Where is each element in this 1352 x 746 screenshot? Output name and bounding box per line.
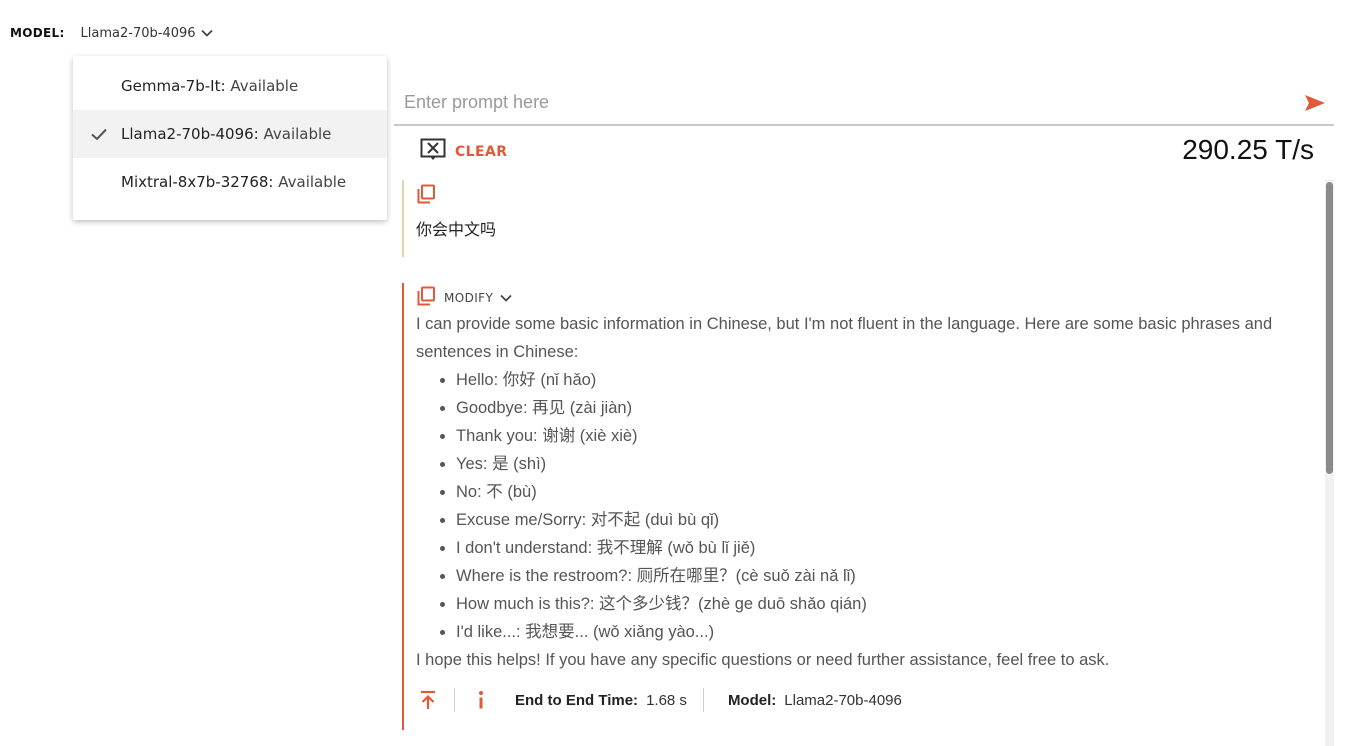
assistant-intro: I can provide some basic information in …: [416, 315, 1273, 361]
info-icon[interactable]: [469, 688, 493, 712]
clear-icon: [420, 138, 446, 166]
tokens-per-second: 290.25 T/s: [1182, 134, 1314, 165]
prompt-bar: [394, 82, 1334, 126]
chat-scrollbar[interactable]: [1325, 180, 1334, 746]
model-footer-label: Model:: [727, 691, 777, 709]
assistant-message: MODIFY I can provide some basic informat…: [402, 283, 1314, 730]
dropdown-item-gemma[interactable]: Gemma-7b-It: Available: [73, 62, 387, 110]
list-item: Goodbye: 再见 (zài jiàn): [456, 394, 1311, 422]
dropdown-item-llama2[interactable]: Llama2-70b-4096: Available: [73, 110, 387, 158]
dropdown-item-status: Available: [230, 77, 299, 95]
dropdown-item-name: Llama2-70b-4096:: [121, 125, 259, 143]
dropdown-item-mixtral[interactable]: Mixtral-8x7b-32768: Available: [73, 158, 387, 206]
model-label: MODEL:: [10, 26, 65, 40]
assistant-outro: I hope this helps! If you have any speci…: [416, 651, 1110, 669]
arrow-up-icon[interactable]: [416, 688, 440, 712]
chat-area: 你会中文吗 MODIFY I can provide some basic in…: [394, 180, 1334, 746]
assistant-message-body: I can provide some basic information in …: [416, 310, 1311, 674]
list-item: Excuse me/Sorry: 对不起 (duì bù qǐ): [456, 506, 1311, 534]
clear-button[interactable]: CLEAR: [420, 138, 507, 166]
dropdown-item-status: Available: [263, 125, 332, 143]
user-message-text: 你会中文吗: [416, 220, 497, 239]
scroll-thumb[interactable]: [1326, 182, 1333, 474]
send-icon[interactable]: [1304, 94, 1326, 112]
model-dropdown-menu: Gemma-7b-It: Available Llama2-70b-4096: …: [73, 56, 387, 220]
dropdown-item-status: Available: [278, 173, 347, 191]
prompt-input[interactable]: [402, 88, 1286, 116]
list-item: Hello: 你好 (nǐ hǎo): [456, 366, 1311, 394]
copy-icon[interactable]: [416, 286, 436, 310]
dropdown-item-name: Gemma-7b-It:: [121, 77, 226, 95]
model-bar: MODEL: Llama2-70b-4096: [10, 23, 213, 43]
list-item: I don't understand: 我不理解 (wǒ bù lǐ jiě): [456, 534, 1311, 562]
dropdown-item-name: Mixtral-8x7b-32768:: [121, 173, 274, 191]
model-select[interactable]: Llama2-70b-4096: [81, 26, 213, 41]
end-to-end-time-value: 1.68 s: [646, 691, 687, 709]
footer-divider: [454, 688, 455, 712]
chevron-down-icon: [200, 29, 213, 37]
list-item: No: 不 (bù): [456, 478, 1311, 506]
phrase-list: Hello: 你好 (nǐ hǎo) Goodbye: 再见 (zài jiàn…: [416, 366, 1311, 646]
list-item: I'd like...: 我想要... (wǒ xiǎng yào...): [456, 618, 1311, 646]
copy-icon[interactable]: [416, 184, 436, 208]
list-item: How much is this?: 这个多少钱？(zhè ge duō shǎ…: [456, 590, 1311, 618]
modify-label: MODIFY: [444, 291, 494, 305]
end-to-end-time-label: End to End Time:: [515, 691, 639, 709]
user-message: 你会中文吗: [402, 180, 1304, 257]
chevron-down-icon: [500, 294, 512, 302]
clear-label: CLEAR: [455, 144, 508, 160]
list-item: Yes: 是 (shì): [456, 450, 1311, 478]
list-item: Thank you: 谢谢 (xiè xiè): [456, 422, 1311, 450]
footer-divider: [702, 688, 704, 712]
check-icon: [90, 125, 108, 143]
message-footer: End to End Time: 1.68 s Model: Llama2-70…: [416, 678, 902, 722]
list-item: Where is the restroom?: 厕所在哪里？(cè suǒ zà…: [456, 562, 1311, 590]
model-select-value: Llama2-70b-4096: [80, 25, 196, 41]
modify-button[interactable]: MODIFY: [444, 291, 512, 305]
model-footer-value: Llama2-70b-4096: [784, 691, 902, 709]
